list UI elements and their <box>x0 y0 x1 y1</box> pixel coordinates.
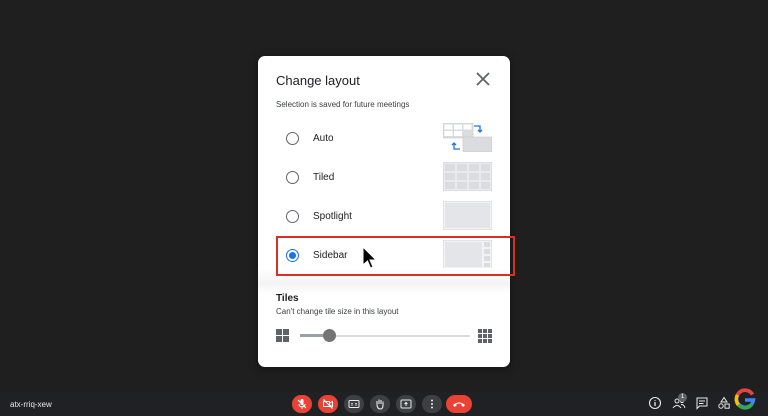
leave-call-button[interactable] <box>446 395 472 413</box>
more-vert-icon <box>431 399 433 409</box>
dialog-subtitle: Selection is saved for future meetings <box>276 100 410 109</box>
raise-hand-icon <box>376 399 384 410</box>
end-call-icon <box>453 402 465 407</box>
large-tiles-icon <box>478 329 492 343</box>
more-options-button[interactable] <box>422 395 442 413</box>
radio-tiled[interactable] <box>286 171 299 184</box>
layout-option-tiled[interactable]: Tiled <box>278 161 492 195</box>
tiles-heading: Tiles <box>276 293 299 304</box>
option-label: Auto <box>313 133 334 144</box>
mouse-cursor-icon <box>362 246 378 269</box>
layout-option-spotlight[interactable]: Spotlight <box>278 200 492 234</box>
chat-icon[interactable] <box>695 396 709 410</box>
meeting-controls-bar: atx-rriq-xew <box>0 392 768 416</box>
spotlight-layout-icon <box>443 201 492 230</box>
raise-hand-button[interactable] <box>370 395 390 413</box>
tiled-layout-icon <box>443 162 492 191</box>
mic-off-icon <box>297 399 307 409</box>
people-count-badge: 1 <box>678 393 687 402</box>
present-screen-icon <box>400 399 412 409</box>
option-label: Tiled <box>313 172 335 183</box>
camera-off-icon <box>323 399 333 409</box>
google-logo-icon <box>734 388 756 410</box>
captions-icon <box>348 400 360 408</box>
annotation-highlight-box <box>276 236 515 276</box>
mic-off-button[interactable] <box>292 395 312 413</box>
activities-icon[interactable] <box>717 396 731 410</box>
camera-off-button[interactable] <box>318 395 338 413</box>
change-layout-dialog: Change layout Selection is saved for fut… <box>258 56 510 367</box>
radio-auto[interactable] <box>286 132 299 145</box>
tiles-subtitle: Can't change tile size in this layout <box>276 307 399 316</box>
tile-size-slider-knob[interactable] <box>323 329 336 342</box>
captions-button[interactable] <box>344 395 364 413</box>
radio-spotlight[interactable] <box>286 210 299 223</box>
auto-layout-icon <box>443 123 492 152</box>
option-label: Spotlight <box>313 211 352 222</box>
dialog-title: Change layout <box>276 73 360 88</box>
meeting-details-icon[interactable] <box>648 396 662 410</box>
present-screen-button[interactable] <box>396 395 416 413</box>
meeting-code: atx-rriq-xew <box>10 400 52 409</box>
close-icon[interactable] <box>473 69 493 89</box>
layout-option-auto[interactable]: Auto <box>278 122 492 156</box>
small-tiles-icon <box>276 329 289 342</box>
